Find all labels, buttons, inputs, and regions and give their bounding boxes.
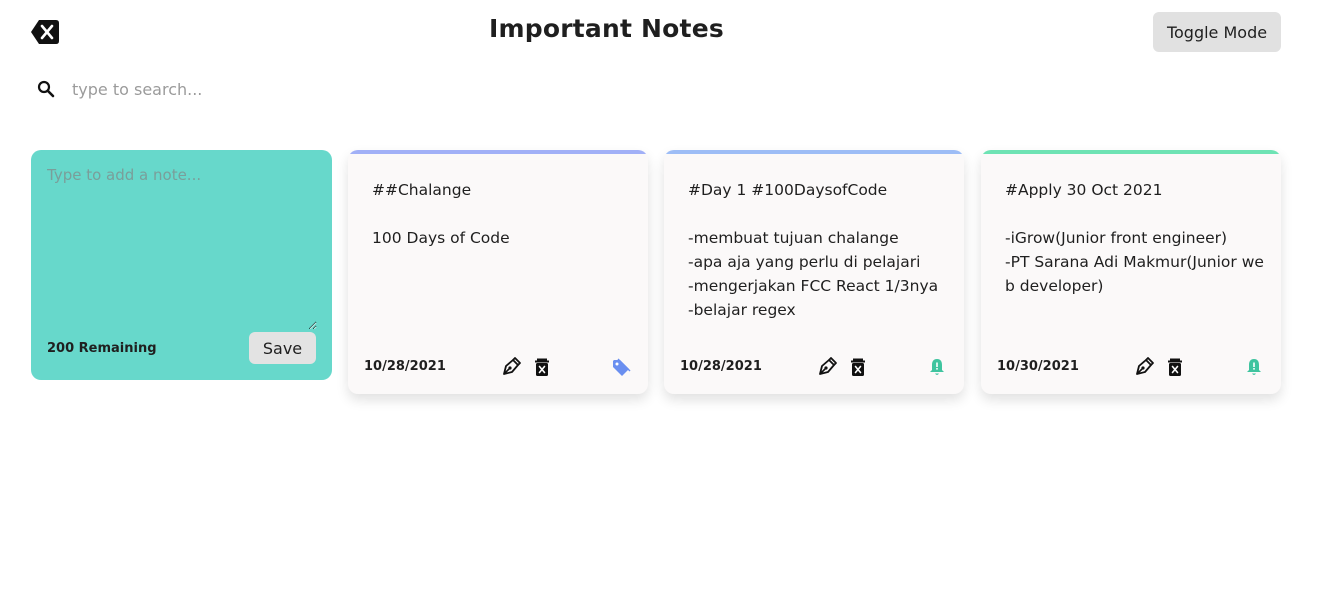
bell-icon (930, 359, 944, 375)
page-title: Important Notes (489, 14, 724, 43)
note-date: 10/28/2021 (364, 359, 446, 374)
delete-icon[interactable] (531, 356, 553, 378)
save-button[interactable]: Save (249, 332, 316, 364)
note-card: ##Chalange 100 Days of Code 10/28/2021 (348, 150, 648, 394)
note-footer: 10/28/2021 (364, 356, 632, 378)
remaining-count: 200 Remaining (47, 340, 157, 356)
new-note-textarea[interactable] (47, 166, 317, 330)
tag-icon (613, 358, 631, 376)
note-card: #Day 1 #100DaysofCode -membuat tujuan ch… (664, 150, 964, 394)
note-footer: 10/28/2021 (680, 356, 948, 378)
delete-icon[interactable] (847, 356, 869, 378)
pen-icon[interactable] (1133, 356, 1155, 378)
delete-icon[interactable] (1164, 356, 1186, 378)
note-text: #Apply 30 Oct 2021 -iGrow(Junior front e… (1005, 181, 1264, 295)
bell-icon (1247, 359, 1261, 375)
note-card: #Apply 30 Oct 2021 -iGrow(Junior front e… (981, 150, 1281, 394)
new-note-footer: 200 Remaining Save (47, 332, 316, 364)
toggle-mode-button[interactable]: Toggle Mode (1153, 12, 1281, 52)
note-text: #Day 1 #100DaysofCode -membuat tujuan ch… (688, 181, 939, 319)
note-text: ##Chalange 100 Days of Code (372, 181, 510, 247)
pen-icon[interactable] (500, 356, 522, 378)
search-input[interactable] (72, 79, 492, 99)
note-date: 10/28/2021 (680, 359, 762, 374)
pen-icon[interactable] (816, 356, 838, 378)
search-icon (37, 80, 55, 98)
new-note-card: 200 Remaining Save (31, 150, 332, 380)
note-footer: 10/30/2021 (997, 356, 1265, 378)
note-date: 10/30/2021 (997, 359, 1079, 374)
search-bar (30, 70, 530, 108)
